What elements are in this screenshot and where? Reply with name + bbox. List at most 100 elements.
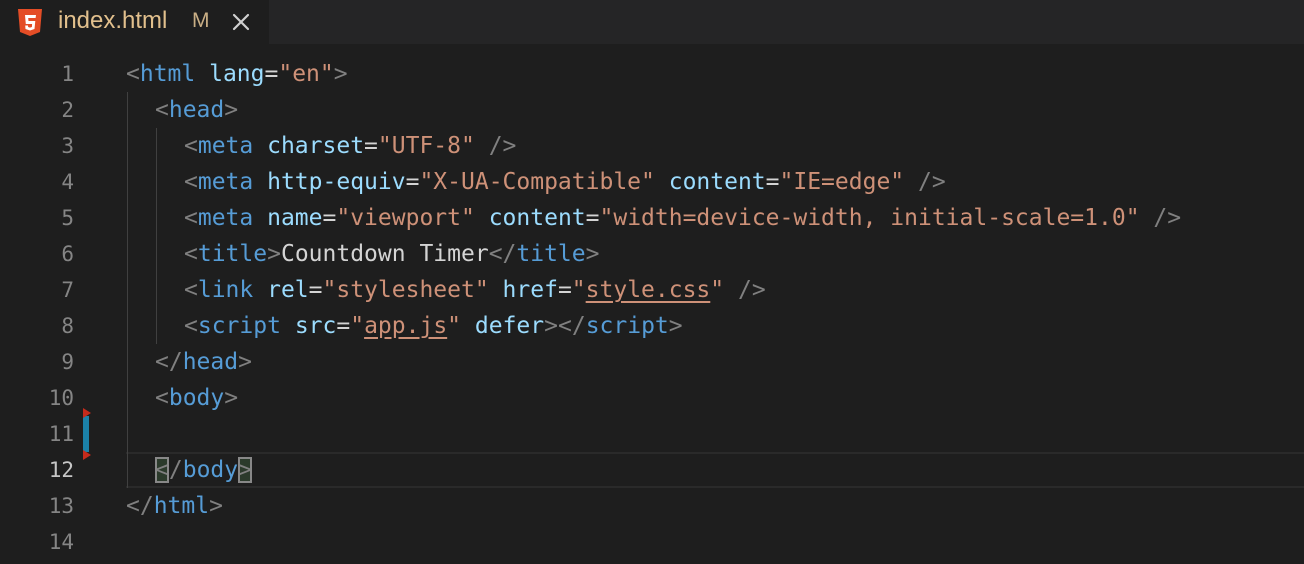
link-token: app.js xyxy=(364,313,448,339)
link-token: style.css xyxy=(585,277,711,303)
code-line[interactable]: </head> xyxy=(126,344,1304,380)
line-number: 3 xyxy=(61,134,74,158)
tab-index-html[interactable]: index.html M xyxy=(0,0,269,44)
tag-name-token: title xyxy=(197,241,268,267)
text-token: = xyxy=(585,205,600,231)
deleted-line-marker xyxy=(83,450,91,460)
punctuation-token: </ xyxy=(155,349,183,375)
code-line[interactable] xyxy=(126,524,1304,560)
attribute-name-token: defer xyxy=(474,313,545,339)
punctuation-token: > xyxy=(267,241,281,267)
tag-name-token: meta xyxy=(197,133,254,159)
punctuation-token: < xyxy=(155,97,169,123)
string-token: "width=device-width, initial-scale=1.0" xyxy=(599,205,1140,231)
text-token: = xyxy=(765,169,780,195)
tag-name-token: html xyxy=(153,493,210,519)
deleted-line-marker xyxy=(83,408,91,418)
code-line[interactable]: <meta name="viewport" content="width=dev… xyxy=(126,200,1304,236)
string-token: " xyxy=(350,313,365,339)
tab-title: index.html xyxy=(58,7,168,34)
punctuation-token: > xyxy=(209,493,223,519)
tag-name-token: body xyxy=(182,457,239,483)
punctuation-token: </ xyxy=(126,493,154,519)
punctuation-token: < xyxy=(184,169,198,195)
tag-name-token: head xyxy=(168,97,225,123)
text-token: = xyxy=(557,277,572,303)
modified-status-badge: M xyxy=(192,9,210,32)
punctuation-token: < xyxy=(184,241,198,267)
text-token: = xyxy=(405,169,420,195)
punctuation-token: < xyxy=(184,133,198,159)
code-area[interactable]: <html lang="en"> <head> <meta charset="UTF… xyxy=(126,56,1304,564)
tab-bar: index.html M xyxy=(0,0,1304,44)
punctuation-token: < xyxy=(184,277,198,303)
code-line[interactable]: <link rel="stylesheet" href="style.css" … xyxy=(126,272,1304,308)
punctuation-token: > xyxy=(238,349,252,375)
tag-name-token: meta xyxy=(197,169,254,195)
code-editor[interactable]: 1 2 3 4 5 6 7 8 9 10 11 12 13 14 <html lang="en"> <hea… xyxy=(0,56,1304,564)
code-line[interactable]: <meta charset="UTF-8" /> xyxy=(126,128,1304,164)
text-token: Countdown Timer xyxy=(280,241,489,267)
punctuation-token: < xyxy=(184,205,198,231)
line-number: 9 xyxy=(61,350,74,374)
text-token: = xyxy=(336,313,351,339)
attribute-name-token: rel xyxy=(267,277,309,303)
attribute-name-token: src xyxy=(294,313,337,339)
line-number: 8 xyxy=(61,314,74,338)
close-icon[interactable] xyxy=(231,12,251,32)
attribute-name-token: href xyxy=(502,277,558,303)
tag-name-token: script xyxy=(197,313,281,339)
code-line[interactable]: <html lang="en"> xyxy=(126,56,1304,92)
punctuation-token: < xyxy=(155,385,169,411)
line-number: 11 xyxy=(48,422,74,446)
line-number: 6 xyxy=(61,242,74,266)
attribute-name-token: charset xyxy=(267,133,365,159)
string-token: "IE=edge" xyxy=(779,169,905,195)
tag-name-token: link xyxy=(197,277,254,303)
text-token: = xyxy=(264,61,279,87)
punctuation-token: > xyxy=(333,61,348,87)
code-line[interactable] xyxy=(126,416,1304,452)
string-token: " xyxy=(571,277,586,303)
string-token: "stylesheet" xyxy=(322,277,489,303)
text-token: = xyxy=(322,205,337,231)
code-line[interactable]: <meta http-equiv="X-UA-Compatible" conte… xyxy=(126,164,1304,200)
attribute-name-token: lang xyxy=(209,61,265,87)
string-token: "en" xyxy=(278,61,334,87)
string-token: "viewport" xyxy=(336,205,475,231)
matched-bracket: < xyxy=(155,457,169,483)
line-number: 13 xyxy=(48,494,74,518)
attribute-name-token: content xyxy=(488,205,586,231)
line-number-gutter: 1 2 3 4 5 6 7 8 9 10 11 12 13 14 xyxy=(0,56,100,564)
punctuation-token: < xyxy=(126,61,140,87)
modified-line-indicator xyxy=(83,416,89,452)
line-number: 4 xyxy=(61,170,74,194)
code-line[interactable]: </html> xyxy=(126,488,1304,524)
tag-name-token: html xyxy=(139,61,196,87)
code-line[interactable]: <script src="app.js" defer></script> xyxy=(126,308,1304,344)
code-line[interactable]: <body> xyxy=(126,380,1304,416)
punctuation-token: /> xyxy=(488,133,517,159)
line-number: 14 xyxy=(48,530,74,554)
code-line[interactable]: </body> xyxy=(126,452,1304,488)
line-number: 5 xyxy=(61,206,74,230)
string-token: "X-UA-Compatible" xyxy=(419,169,655,195)
punctuation-token: > xyxy=(224,97,239,123)
code-line[interactable]: <title>Countdown Timer</title> xyxy=(126,236,1304,272)
string-token: "UTF-8" xyxy=(377,133,475,159)
code-line[interactable]: <head> xyxy=(126,92,1304,128)
punctuation-token: ></ xyxy=(544,313,586,339)
attribute-name-token: name xyxy=(267,205,323,231)
line-number: 10 xyxy=(48,386,74,410)
text-token: = xyxy=(364,133,378,159)
